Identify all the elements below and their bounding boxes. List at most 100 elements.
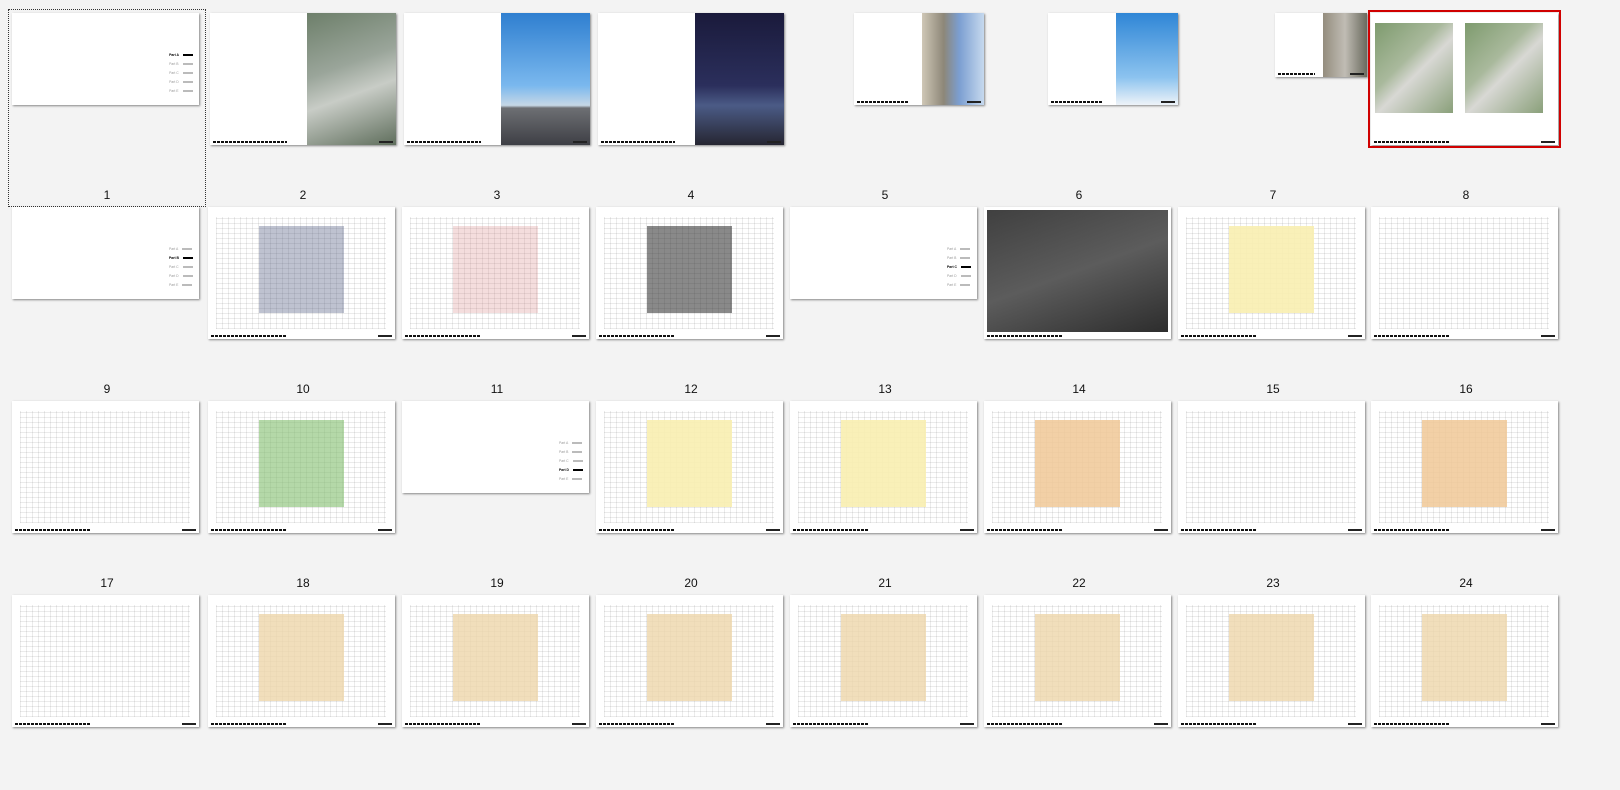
drawing-content <box>410 605 580 717</box>
page-number: 4 <box>687 188 695 202</box>
page-thumbnail[interactable]: Part A Part B Part C Part D Part E <box>402 401 589 493</box>
page-cell[interactable]: 24 <box>1366 396 1566 596</box>
page-number: 15 <box>1266 382 1280 396</box>
page-thumbnail[interactable] <box>402 595 589 727</box>
page-cell[interactable] <box>397 590 597 790</box>
toc-entry-label: Part A <box>169 247 179 251</box>
page-cell[interactable] <box>203 590 403 790</box>
page-cell[interactable] <box>1366 590 1566 790</box>
page-number: 14 <box>1072 382 1086 396</box>
toc-entry: Part D <box>559 466 583 475</box>
page-cell[interactable]: 10 <box>203 202 403 402</box>
toc-entry: Part D <box>169 272 193 281</box>
location-map <box>987 210 1168 332</box>
page-cell[interactable]: 2 <box>203 8 403 208</box>
page-cell[interactable]: 4 <box>591 8 791 208</box>
page-cell[interactable]: 14 <box>979 202 1179 402</box>
page-thumbnail[interactable]: Part A Part B Part C Part D Part E <box>12 207 199 299</box>
page-cell[interactable]: 21 <box>785 396 985 596</box>
page-cell[interactable]: 17 <box>7 396 207 596</box>
toc-entry: Part C <box>559 457 583 466</box>
page-cell[interactable]: 12 <box>591 202 791 402</box>
page-number: 12 <box>684 382 698 396</box>
drawing-content <box>1379 605 1549 717</box>
page-thumbnail[interactable] <box>1371 207 1558 339</box>
toc-entry: Part E <box>947 281 971 290</box>
page-thumbnail[interactable] <box>598 13 784 145</box>
page-number: 1 <box>103 188 111 202</box>
page-cell[interactable] <box>979 590 1179 790</box>
rendering-image <box>1115 13 1178 105</box>
page-thumbnail[interactable] <box>1178 595 1365 727</box>
toc-entry: Part C <box>947 263 971 272</box>
page-cell[interactable] <box>7 590 207 790</box>
page-number: 11 <box>490 382 504 396</box>
page-thumbnail[interactable] <box>12 595 199 727</box>
page-cell[interactable]: 20 <box>591 396 791 596</box>
page-cell[interactable]: 8 <box>1366 8 1566 208</box>
toc-entry-label: Part E <box>947 283 957 287</box>
page-thumbnail[interactable] <box>1371 401 1558 533</box>
page-thumbnail[interactable] <box>208 207 395 339</box>
page-thumbnail[interactable] <box>596 207 783 339</box>
page-thumbnail[interactable] <box>790 401 977 533</box>
page-thumbnail[interactable] <box>1178 207 1365 339</box>
page-cell[interactable]: Part A Part B Part C Part D Part E 13 <box>785 202 985 402</box>
page-cell[interactable]: 7 <box>1173 8 1373 208</box>
page-cell[interactable]: 15 <box>1173 202 1373 402</box>
toc-entry: Part D <box>947 272 971 281</box>
page-cell[interactable]: 6 <box>979 8 1179 208</box>
page-cell[interactable]: 18 <box>203 396 403 596</box>
rendering-image <box>306 13 396 145</box>
page-thumbnail[interactable] <box>1275 13 1367 77</box>
page-thumbnail[interactable] <box>210 13 396 145</box>
page-cell[interactable] <box>591 590 791 790</box>
page-number: 7 <box>1269 188 1277 202</box>
drawing-content <box>1186 605 1356 717</box>
page-thumbnail[interactable] <box>1368 10 1561 148</box>
page-thumbnail-grid: Part A Part B Part C Part D Part E 1 2 3 4 5 6 7 8 Pa… <box>0 0 1620 780</box>
page-thumbnail[interactable] <box>596 401 783 533</box>
toc-entry: Part C <box>169 263 193 272</box>
page-thumbnail[interactable] <box>12 401 199 533</box>
page-thumbnail[interactable] <box>208 595 395 727</box>
page-thumbnail[interactable] <box>208 401 395 533</box>
page-cell[interactable]: 3 <box>397 8 597 208</box>
page-cell[interactable]: 22 <box>979 396 1179 596</box>
toc-entry: Part B <box>169 60 193 69</box>
page-thumbnail[interactable] <box>1048 13 1178 105</box>
page-cell[interactable] <box>785 590 985 790</box>
page-number: 6 <box>1075 188 1083 202</box>
page-number: 20 <box>684 576 698 590</box>
page-thumbnail[interactable] <box>1178 401 1365 533</box>
page-thumbnail[interactable] <box>984 595 1171 727</box>
page-thumbnail[interactable] <box>402 207 589 339</box>
page-cell[interactable]: 16 <box>1366 202 1566 402</box>
toc-entry: Part C <box>169 69 193 78</box>
page-number: 21 <box>878 576 892 590</box>
toc-entry: Part E <box>169 87 193 96</box>
page-thumbnail[interactable] <box>596 595 783 727</box>
toc-list: Part A Part B Part C Part D Part E <box>169 51 193 96</box>
page-number: 2 <box>299 188 307 202</box>
drawing-content <box>1379 411 1549 523</box>
page-thumbnail[interactable] <box>984 401 1171 533</box>
page-thumbnail[interactable]: Part A Part B Part C Part D Part E <box>12 13 199 105</box>
page-number: 13 <box>878 382 892 396</box>
page-thumbnail[interactable] <box>1371 595 1558 727</box>
page-cell[interactable]: 23 <box>1173 396 1373 596</box>
drawing-content <box>1379 217 1549 329</box>
drawing-content <box>604 217 774 329</box>
page-cell[interactable]: 11 <box>397 202 597 402</box>
page-thumbnail[interactable] <box>404 13 590 145</box>
page-cell[interactable]: Part A Part B Part C Part D Part E 19 <box>397 396 597 596</box>
page-cell[interactable] <box>1173 590 1373 790</box>
page-cell[interactable]: Part A Part B Part C Part D Part E 1 <box>7 8 207 208</box>
toc-list: Part A Part B Part C Part D Part E <box>559 439 583 484</box>
page-thumbnail[interactable]: Part A Part B Part C Part D Part E <box>790 207 977 299</box>
page-thumbnail[interactable] <box>984 207 1171 339</box>
page-cell[interactable]: Part A Part B Part C Part D Part E 9 <box>7 202 207 402</box>
page-thumbnail[interactable] <box>790 595 977 727</box>
page-cell[interactable]: 5 <box>785 8 985 208</box>
page-thumbnail[interactable] <box>854 13 984 105</box>
